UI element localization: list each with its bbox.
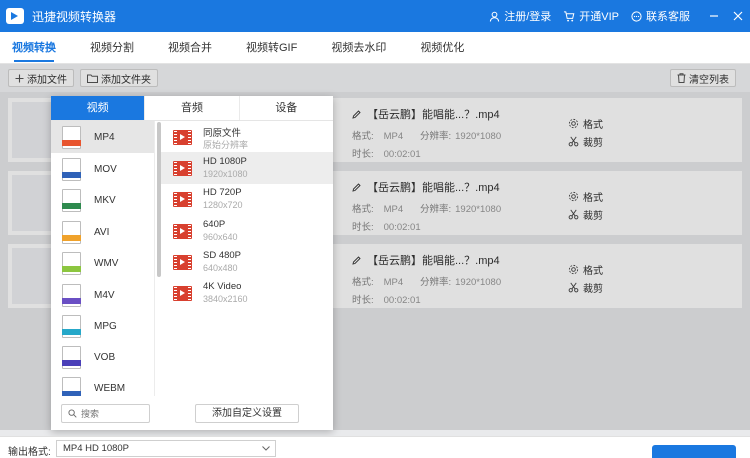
format-label: MKV <box>94 194 116 206</box>
chevron-down-icon <box>262 446 270 451</box>
preset-title: HD 720P <box>203 187 242 198</box>
format-label: WMV <box>94 257 119 269</box>
format-popup: 视频 音频 设备 MP4 MOV MKV AVI WMV M4V MPG VOB… <box>51 96 333 430</box>
format-item-m4v[interactable]: M4V <box>51 279 154 311</box>
register-login-label: 注册/登录 <box>504 11 552 23</box>
tab-video-formats[interactable]: 视频 <box>51 96 145 120</box>
preset-title: 640P <box>203 219 226 230</box>
preset-subtitle: 原始分辨率 <box>203 140 249 150</box>
output-format-select[interactable]: MP4 HD 1080P <box>56 440 276 457</box>
format-label: VOB <box>94 351 116 363</box>
file-m4v-icon <box>62 283 81 307</box>
format-category-tabs: 视频 音频 设备 <box>51 96 333 121</box>
tab-video-optimize[interactable]: 视频优化 <box>420 32 464 64</box>
format-item-mkv[interactable]: MKV <box>51 184 154 216</box>
preset-item[interactable]: 640P 960x640 <box>161 215 333 247</box>
file-mov-icon <box>62 157 81 181</box>
open-vip-link[interactable]: 开通VIP <box>563 8 619 24</box>
cart-icon <box>564 10 575 22</box>
preset-item[interactable]: 同原文件 原始分辨率 <box>161 121 333 153</box>
format-label: AVI <box>94 226 110 238</box>
close-icon <box>733 11 743 21</box>
film-icon <box>173 130 192 145</box>
minimize-button[interactable] <box>702 0 726 32</box>
preset-list: 同原文件 原始分辨率 HD 1080P 1920x1080 HD 720P 12… <box>161 121 333 396</box>
preset-subtitle: 960x640 <box>203 232 238 242</box>
tab-video-split[interactable]: 视频分割 <box>90 32 134 64</box>
preset-subtitle: 640x480 <box>203 263 238 273</box>
format-item-avi[interactable]: AVI <box>51 216 154 248</box>
app-logo-icon <box>6 8 24 24</box>
title-bar: 迅捷视频转换器 注册/登录 开通VIP 联系客服 <box>0 0 750 32</box>
file-wmv-icon <box>62 251 81 275</box>
chat-icon <box>631 10 642 22</box>
format-item-webm[interactable]: WEBM <box>51 372 154 396</box>
film-icon <box>173 286 192 301</box>
format-item-vob[interactable]: VOB <box>51 341 154 373</box>
preset-subtitle: 1920x1080 <box>203 169 248 179</box>
user-icon <box>490 11 500 22</box>
contact-service-label: 联系客服 <box>646 11 690 23</box>
format-item-mpg[interactable]: MPG <box>51 310 154 342</box>
film-icon <box>173 192 192 207</box>
preset-subtitle: 3840x2160 <box>203 294 248 304</box>
preset-item[interactable]: 4K Video 3840x2160 <box>161 277 333 309</box>
tab-remove-watermark[interactable]: 视频去水印 <box>331 32 386 64</box>
format-search-box[interactable] <box>61 404 150 423</box>
preset-item[interactable]: HD 1080P 1920x1080 <box>161 152 333 184</box>
file-webm-icon <box>62 376 81 396</box>
film-icon <box>173 161 192 176</box>
preset-item[interactable]: SD 480P 640x480 <box>161 246 333 278</box>
file-mp4-icon <box>62 125 81 149</box>
bottom-bar: 输出格式: MP4 HD 1080P <box>0 436 750 458</box>
format-list: MP4 MOV MKV AVI WMV M4V MPG VOB WEBM <box>51 121 155 396</box>
format-item-mov[interactable]: MOV <box>51 153 154 185</box>
file-avi-icon <box>62 220 81 244</box>
file-mpg-icon <box>62 314 81 338</box>
close-button[interactable] <box>726 0 750 32</box>
preset-title: HD 1080P <box>203 156 247 167</box>
start-convert-button[interactable] <box>652 445 736 458</box>
tab-device-formats[interactable]: 设备 <box>238 96 333 120</box>
tab-video-convert[interactable]: 视频转换 <box>12 32 56 64</box>
tab-video-merge[interactable]: 视频合并 <box>168 32 212 64</box>
preset-title: 同原文件 <box>203 128 242 139</box>
format-label: MPG <box>94 320 117 332</box>
preset-title: SD 480P <box>203 250 242 261</box>
film-icon <box>173 224 192 239</box>
app-title: 迅捷视频转换器 <box>32 9 117 24</box>
add-custom-settings-button[interactable]: 添加自定义设置 <box>195 404 299 423</box>
register-login-link[interactable]: 注册/登录 <box>489 8 551 24</box>
title-bar-actions: 注册/登录 开通VIP 联系客服 <box>489 0 750 32</box>
format-search-input[interactable] <box>81 408 141 419</box>
tab-video-to-gif[interactable]: 视频转GIF <box>246 32 297 64</box>
feature-tabs: 视频转换 视频分割 视频合并 视频转GIF 视频去水印 视频优化 <box>0 32 750 64</box>
format-label: WEBM <box>94 382 126 394</box>
format-item-wmv[interactable]: WMV <box>51 247 154 279</box>
format-label: M4V <box>94 289 115 301</box>
format-label: MP4 <box>94 131 115 143</box>
format-item-mp4[interactable]: MP4 <box>51 121 154 153</box>
output-format-label: 输出格式: <box>8 447 51 458</box>
tab-audio-formats[interactable]: 音频 <box>144 96 238 120</box>
preset-item[interactable]: HD 720P 1280x720 <box>161 183 333 215</box>
file-vob-icon <box>62 345 81 369</box>
output-format-value: MP4 HD 1080P <box>63 443 130 454</box>
format-label: MOV <box>94 163 117 175</box>
preset-title: 4K Video <box>203 281 242 292</box>
contact-service-link[interactable]: 联系客服 <box>631 8 690 24</box>
file-mkv-icon <box>62 188 81 212</box>
search-icon <box>68 409 77 418</box>
preset-subtitle: 1280x720 <box>203 200 243 210</box>
minimize-icon <box>710 15 718 17</box>
open-vip-label: 开通VIP <box>579 11 619 23</box>
film-icon <box>173 255 192 270</box>
